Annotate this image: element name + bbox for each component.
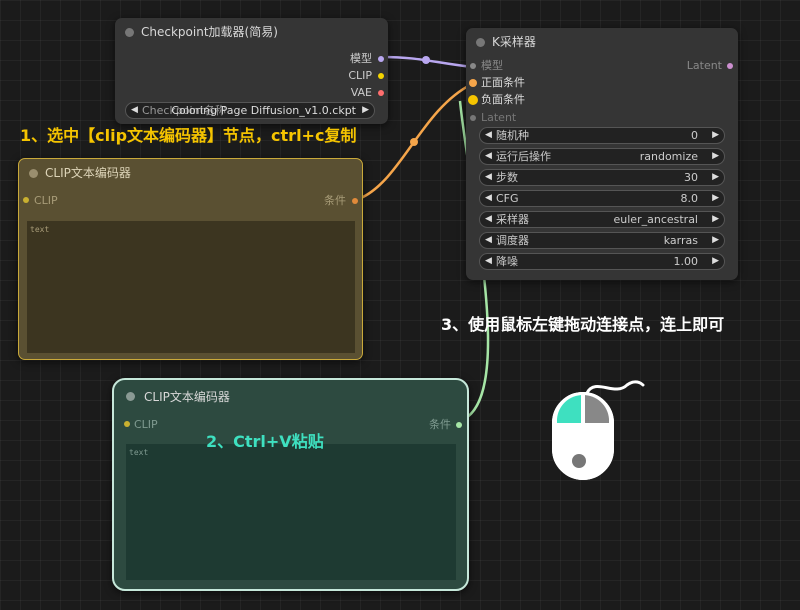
output-model-port[interactable] [378, 56, 384, 62]
input-clip-port[interactable] [23, 197, 29, 203]
input-negative-label: 负面条件 [481, 93, 525, 106]
checkpoint-name-widget[interactable]: ◀ Checkpoint名称 Coloring Page Diffusion_v… [125, 102, 375, 119]
input-negative-port[interactable] [468, 95, 478, 105]
arrow-right-icon[interactable]: ▶ [712, 254, 719, 269]
input-clip-label: CLIP [34, 194, 58, 207]
input-latent-label: Latent [481, 111, 517, 124]
input-clip-label: CLIP [134, 418, 158, 431]
prompt-textarea[interactable]: text [27, 221, 355, 353]
prompt-textarea[interactable]: text [126, 444, 456, 580]
clip-text-encoder-node-selected[interactable]: CLIP文本编码器 CLIP 条件 text [18, 158, 363, 360]
output-clip-label: CLIP [348, 69, 372, 82]
widget-label: 步数 [496, 171, 518, 184]
widget-label: CFG [496, 192, 519, 205]
widget-label: 采样器 [496, 213, 529, 226]
steps-widget[interactable]: ◀ 步数 30 ▶ [479, 169, 725, 186]
input-model-label: 模型 [481, 59, 503, 72]
arrow-left-icon[interactable]: ◀ [485, 212, 492, 227]
mouse-left-click-icon [552, 380, 645, 480]
widget-value: karras [663, 234, 698, 247]
denoise-widget[interactable]: ◀ 降噪 1.00 ▶ [479, 253, 725, 270]
output-latent-port[interactable] [727, 63, 733, 69]
step2-annotation: 2、Ctrl+V粘贴 [206, 432, 324, 451]
node-title: CLIP文本编码器 [144, 390, 230, 404]
widget-label: 运行后操作 [496, 150, 551, 163]
output-conditioning-label: 条件 [429, 418, 451, 431]
output-latent-label: Latent [686, 59, 722, 72]
arrow-left-icon[interactable]: ◀ [485, 170, 492, 185]
cfg-widget[interactable]: ◀ CFG 8.0 ▶ [479, 190, 725, 207]
step1-annotation: 1、选中【clip文本编码器】节点，ctrl+c复制 [20, 126, 357, 145]
arrow-right-icon[interactable]: ▶ [712, 149, 719, 164]
node-title: Checkpoint加载器(简易) [141, 25, 278, 39]
input-positive-label: 正面条件 [481, 76, 525, 89]
scheduler-widget[interactable]: ◀ 调度器 karras ▶ [479, 232, 725, 249]
wire-model-midpoint [422, 56, 430, 64]
arrow-left-icon[interactable]: ◀ [485, 149, 492, 164]
sampler-widget[interactable]: ◀ 采样器 euler_ancestral ▶ [479, 211, 725, 228]
widget-value: 30 [684, 171, 698, 184]
clip-text-encoder-node-pasted[interactable]: CLIP文本编码器 CLIP 条件 text [112, 378, 469, 591]
output-vae-label: VAE [350, 86, 372, 99]
arrow-left-icon[interactable]: ◀ [485, 191, 492, 206]
arrow-right-icon[interactable]: ▶ [712, 191, 719, 206]
widget-value: Coloring Page Diffusion_v1.0.ckpt [171, 104, 356, 117]
widget-value: randomize [639, 150, 698, 163]
output-conditioning-port[interactable] [352, 198, 358, 204]
output-clip-port[interactable] [378, 73, 384, 79]
widget-label: 降噪 [496, 255, 518, 268]
output-conditioning-port[interactable] [456, 422, 462, 428]
widget-value: 0 [691, 129, 698, 142]
widget-label: 随机种 [496, 129, 529, 142]
arrow-left-icon[interactable]: ◀ [131, 103, 138, 118]
output-model-label: 模型 [350, 52, 372, 65]
widget-value: euler_ancestral [613, 213, 698, 226]
node-title: K采样器 [492, 35, 536, 49]
arrow-left-icon[interactable]: ◀ [485, 233, 492, 248]
wire-positive-midpoint [410, 138, 418, 146]
output-vae-port[interactable] [378, 90, 384, 96]
arrow-right-icon[interactable]: ▶ [712, 170, 719, 185]
step3-annotation: 3、使用鼠标左键拖动连接点，连上即可 [441, 315, 725, 334]
control-after-generate-widget[interactable]: ◀ 运行后操作 randomize ▶ [479, 148, 725, 165]
ksampler-node[interactable]: K采样器 模型 Latent 正面条件 负面条件 Latent ◀ 随机种 0 … [466, 28, 738, 280]
arrow-right-icon[interactable]: ▶ [712, 212, 719, 227]
arrow-right-icon[interactable]: ▶ [712, 233, 719, 248]
seed-widget[interactable]: ◀ 随机种 0 ▶ [479, 127, 725, 144]
checkpoint-loader-node[interactable]: Checkpoint加载器(简易) 模型 CLIP VAE ◀ Checkpoi… [115, 18, 388, 124]
widget-value: 8.0 [680, 192, 699, 205]
output-conditioning-label: 条件 [324, 194, 346, 207]
widget-value: 1.00 [673, 255, 699, 268]
input-latent-port[interactable] [470, 115, 476, 121]
node-title: CLIP文本编码器 [45, 166, 131, 180]
input-positive-port[interactable] [469, 79, 477, 87]
widget-label: 调度器 [496, 234, 529, 247]
arrow-right-icon[interactable]: ▶ [362, 103, 369, 118]
input-clip-port[interactable] [124, 421, 130, 427]
arrow-left-icon[interactable]: ◀ [485, 254, 492, 269]
arrow-left-icon[interactable]: ◀ [485, 128, 492, 143]
input-model-port[interactable] [470, 63, 476, 69]
arrow-right-icon[interactable]: ▶ [712, 128, 719, 143]
